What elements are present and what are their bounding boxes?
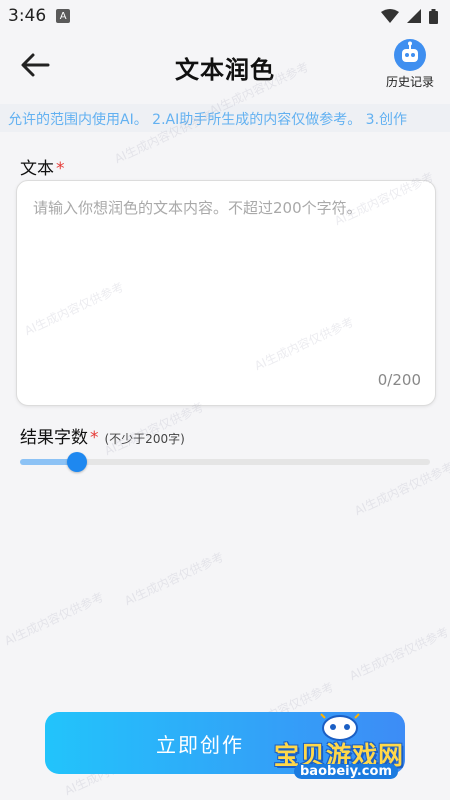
char-counter: 0/200 [377, 371, 421, 389]
notice-text: 允许的范围内使用AI。 2.AI助手所生成的内容仅做参考。 3.创作 [8, 112, 408, 128]
app-header: 文本润色 历史记录 [0, 32, 450, 100]
result-count-hint: (不少于200字) [104, 432, 185, 446]
slider-thumb[interactable] [67, 452, 87, 472]
status-time: 3:46 [8, 6, 47, 26]
cellular-icon [407, 9, 421, 23]
create-button[interactable]: 立即创作 [45, 712, 405, 774]
wifi-icon [381, 9, 399, 23]
text-input-box: 0/200 [16, 180, 436, 406]
watermark: AI生成内容仅供参考 [2, 589, 106, 649]
history-label: 历史记录 [385, 75, 434, 89]
text-field-label: 文本 * [20, 154, 65, 179]
result-count-label-row: 结果字数 * (不少于200字) [20, 423, 185, 448]
history-button[interactable]: 历史记录 [382, 38, 438, 90]
create-button-label: 立即创作 [156, 732, 244, 757]
watermark: AI生成内容仅供参考 [122, 549, 226, 609]
text-input[interactable] [31, 195, 423, 369]
required-mark: * [56, 159, 65, 179]
battery-icon [429, 8, 438, 24]
text-label: 文本 [20, 159, 54, 179]
status-bar: 3:46 A [0, 0, 450, 32]
result-count-slider[interactable] [20, 451, 430, 473]
robot-icon [394, 39, 426, 71]
notice-marquee: 允许的范围内使用AI。 2.AI助手所生成的内容仅做参考。 3.创作 [0, 104, 450, 132]
notification-icon: A [56, 9, 71, 23]
required-mark: * [90, 428, 99, 448]
result-count-label: 结果字数 [20, 428, 88, 448]
watermark: AI生成内容仅供参考 [347, 624, 450, 684]
